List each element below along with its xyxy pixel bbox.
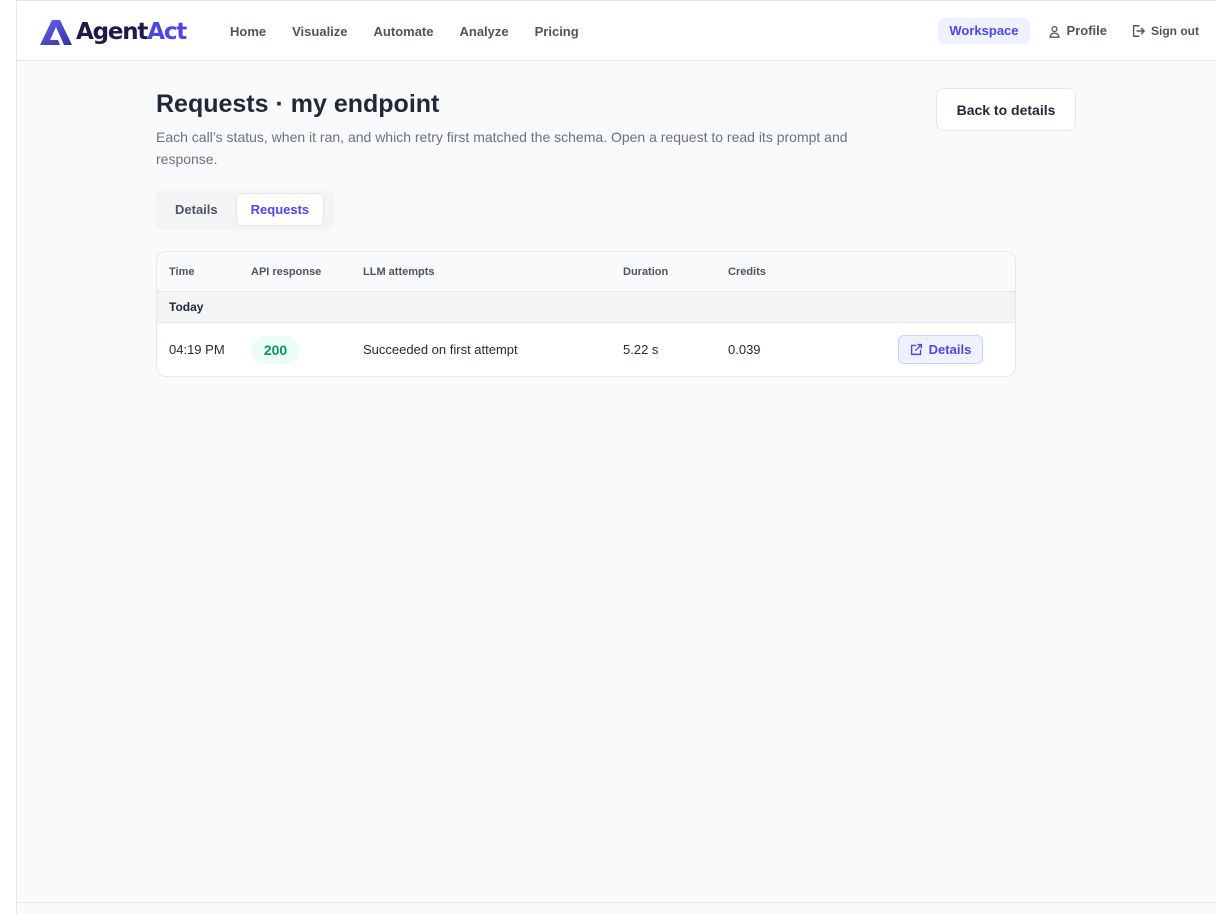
nav-automate[interactable]: Automate — [361, 21, 447, 43]
external-link-icon — [910, 343, 922, 356]
brand-logo[interactable]: AgentAct — [38, 18, 187, 46]
row-details-button[interactable]: Details — [898, 335, 983, 364]
logo-mark-icon — [40, 20, 72, 45]
table-row[interactable]: 04:19 PM 200 Succeeded on first attempt … — [157, 323, 1015, 376]
header-duration: Duration — [623, 266, 669, 278]
cell-credits: 0.039 — [728, 342, 761, 357]
profile-link[interactable]: Profile — [1048, 24, 1107, 38]
header-credits: Credits — [728, 266, 766, 278]
nav-home[interactable]: Home — [217, 21, 279, 43]
tab-requests[interactable]: Requests — [235, 193, 325, 226]
cell-time: 04:19 PM — [169, 342, 225, 357]
group-row-today: Today — [157, 292, 1015, 323]
page-description: Each call’s status, when it ran, and whi… — [156, 129, 848, 167]
app-frame: AgentAct Home Visualize Automate Analyze… — [16, 0, 1216, 914]
user-icon — [1048, 25, 1060, 38]
tab-bar: Details Requests — [156, 189, 334, 230]
main-nav: Home Visualize Automate Analyze Pricing — [217, 21, 592, 43]
tab-details[interactable]: Details — [160, 193, 233, 226]
header-llm-attempts: LLM attempts — [363, 266, 435, 278]
brand-name: AgentAct — [76, 19, 187, 45]
page-title: Requests · my endpoint — [156, 90, 440, 118]
workspace-button[interactable]: Workspace — [938, 18, 1030, 44]
back-to-details-button[interactable]: Back to details — [936, 88, 1076, 131]
header-api-response: API response — [251, 266, 322, 278]
top-navbar: AgentAct Home Visualize Automate Analyze… — [17, 0, 1216, 61]
user-nav: Workspace Profile Sign out — [938, 18, 1199, 44]
row-details-label: Details — [928, 342, 972, 357]
cell-llm-attempts: Succeeded on first attempt — [363, 342, 518, 357]
requests-table: Time API response LLM attempts Duration … — [156, 251, 1016, 377]
sign-out-icon — [1132, 25, 1145, 37]
table-header: Time API response LLM attempts Duration … — [157, 252, 1015, 292]
header-time: Time — [169, 266, 195, 278]
nav-analyze[interactable]: Analyze — [446, 21, 521, 43]
status-badge: 200 — [251, 336, 300, 364]
cell-duration: 5.22 s — [623, 342, 659, 357]
footer-divider — [17, 902, 1216, 903]
nav-visualize[interactable]: Visualize — [279, 21, 360, 43]
nav-pricing[interactable]: Pricing — [522, 21, 592, 43]
signout-link[interactable]: Sign out — [1131, 24, 1199, 38]
signout-label: Sign out — [1151, 24, 1199, 38]
profile-label: Profile — [1066, 23, 1107, 38]
